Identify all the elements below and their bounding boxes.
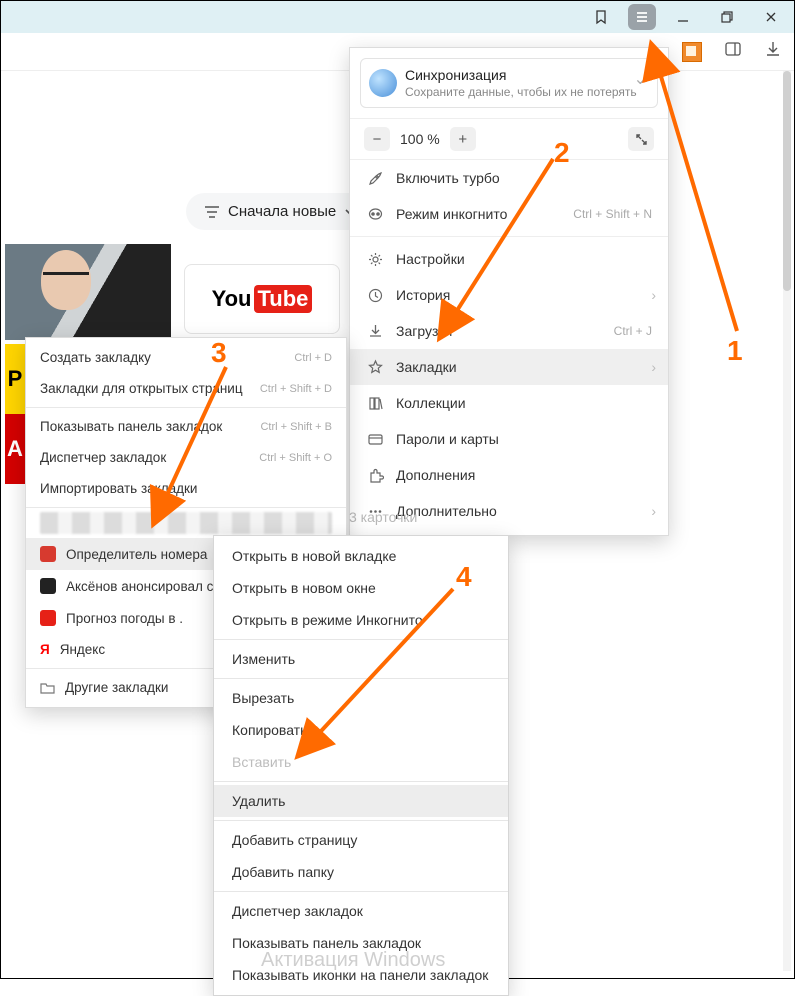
star-icon xyxy=(366,358,384,376)
menu-item-gear[interactable]: Настройки xyxy=(350,241,668,277)
bookmark-item-blurred[interactable] xyxy=(40,512,332,534)
sidebar-icon[interactable] xyxy=(724,40,742,63)
menu-item-clock[interactable]: История › xyxy=(350,277,668,313)
sync-title: Синхронизация xyxy=(405,67,647,83)
menu-item-label: История xyxy=(396,287,450,303)
bookmark-action[interactable]: Импортировать закладки xyxy=(26,473,346,504)
rocket-icon xyxy=(366,169,384,187)
annotation-4: 4 xyxy=(456,561,472,593)
other-bookmarks-label: Другие закладки xyxy=(65,680,168,695)
chevron-down-icon: ⌄ xyxy=(634,69,647,89)
card-icon xyxy=(366,430,384,448)
menu-item-rocket[interactable]: Включить турбо xyxy=(350,160,668,196)
card-thumbnail-person[interactable] xyxy=(5,244,171,340)
cards-count-label: 3 карточки xyxy=(349,509,417,525)
clock-icon xyxy=(366,286,384,304)
annotation-1: 1 xyxy=(727,335,743,367)
menu-item-download[interactable]: Загрузки Ctrl + J xyxy=(350,313,668,349)
vertical-scrollbar[interactable] xyxy=(783,71,791,971)
context-menu-item[interactable]: Открыть в режиме Инкогнито xyxy=(214,604,508,636)
bookmark-page-icon[interactable] xyxy=(584,3,618,31)
context-menu-item[interactable]: Добавить страницу xyxy=(214,824,508,856)
extension-icon[interactable] xyxy=(682,42,702,62)
zoom-controls: − 100 % + xyxy=(350,118,668,160)
sync-promo[interactable]: Синхронизация Сохраните данные, чтобы их… xyxy=(360,58,658,108)
card-thumbnail-youtube[interactable]: YouTube xyxy=(184,264,340,334)
minimize-button[interactable] xyxy=(666,3,700,31)
gear-icon xyxy=(366,250,384,268)
download-icon xyxy=(366,322,384,340)
annotation-2: 2 xyxy=(554,137,570,169)
globe-icon xyxy=(369,69,397,97)
folder-icon xyxy=(40,680,55,695)
window-titlebar xyxy=(1,1,794,33)
puzzle-icon xyxy=(366,466,384,484)
zoom-value: 100 % xyxy=(400,131,440,147)
menu-item-label: Пароли и карты xyxy=(396,431,499,447)
main-menu-button[interactable] xyxy=(628,4,656,30)
sort-button[interactable]: Сначала новые xyxy=(186,193,374,230)
zoom-in-button[interactable]: + xyxy=(450,127,476,151)
maximize-button[interactable] xyxy=(710,3,744,31)
downloads-icon[interactable] xyxy=(764,40,782,63)
menu-item-label: Коллекции xyxy=(396,395,466,411)
windows-activation-watermark: Активация Windows xyxy=(261,949,445,972)
bookmark-action[interactable]: Закладки для открытых страницCtrl + Shif… xyxy=(26,373,346,404)
menu-item-label: Режим инкогнито xyxy=(396,206,507,222)
context-menu-item[interactable]: Вырезать xyxy=(214,682,508,714)
context-menu-item[interactable]: Диспетчер закладок xyxy=(214,895,508,927)
context-menu-item[interactable]: Копировать xyxy=(214,714,508,746)
chevron-right-icon: › xyxy=(651,359,656,375)
mask-icon xyxy=(366,205,384,223)
menu-item-label: Настройки xyxy=(396,251,465,267)
collection-icon xyxy=(366,394,384,412)
context-menu-item[interactable]: Добавить папку xyxy=(214,856,508,888)
menu-item-label: Закладки xyxy=(396,359,457,375)
bookmark-context-menu: Открыть в новой вкладкеОткрыть в новом о… xyxy=(213,535,509,996)
annotation-3: 3 xyxy=(211,337,227,369)
menu-item-label: Дополнения xyxy=(396,467,475,483)
context-menu-item: Вставить xyxy=(214,746,508,778)
menu-item-card[interactable]: Пароли и карты xyxy=(350,421,668,457)
menu-item-star[interactable]: Закладки › xyxy=(350,349,668,385)
sort-label: Сначала новые xyxy=(228,203,336,220)
close-button[interactable] xyxy=(754,3,788,31)
menu-item-puzzle[interactable]: Дополнения xyxy=(350,457,668,493)
fullscreen-button[interactable] xyxy=(628,127,654,151)
context-menu-item[interactable]: Удалить xyxy=(214,785,508,817)
context-menu-item[interactable]: Изменить xyxy=(214,643,508,675)
card-thumbnail-strip: PA xyxy=(5,344,25,484)
menu-item-mask[interactable]: Режим инкогнито Ctrl + Shift + N xyxy=(350,196,668,232)
zoom-out-button[interactable]: − xyxy=(364,127,390,151)
sync-subtitle: Сохраните данные, чтобы их не потерять xyxy=(405,85,647,99)
bookmark-action[interactable]: Показывать панель закладокCtrl + Shift +… xyxy=(26,411,346,442)
menu-item-shortcut: Ctrl + J xyxy=(614,324,652,338)
menu-item-collection[interactable]: Коллекции xyxy=(350,385,668,421)
chevron-right-icon: › xyxy=(651,287,656,303)
menu-item-label: Включить турбо xyxy=(396,170,500,186)
main-dropdown-menu: Синхронизация Сохраните данные, чтобы их… xyxy=(349,47,669,536)
bookmark-action[interactable]: Диспетчер закладокCtrl + Shift + O xyxy=(26,442,346,473)
chevron-right-icon: › xyxy=(651,503,656,519)
menu-item-label: Загрузки xyxy=(396,323,452,339)
menu-item-shortcut: Ctrl + Shift + N xyxy=(573,207,652,221)
bookmark-action[interactable]: Создать закладкуCtrl + D xyxy=(26,342,346,373)
